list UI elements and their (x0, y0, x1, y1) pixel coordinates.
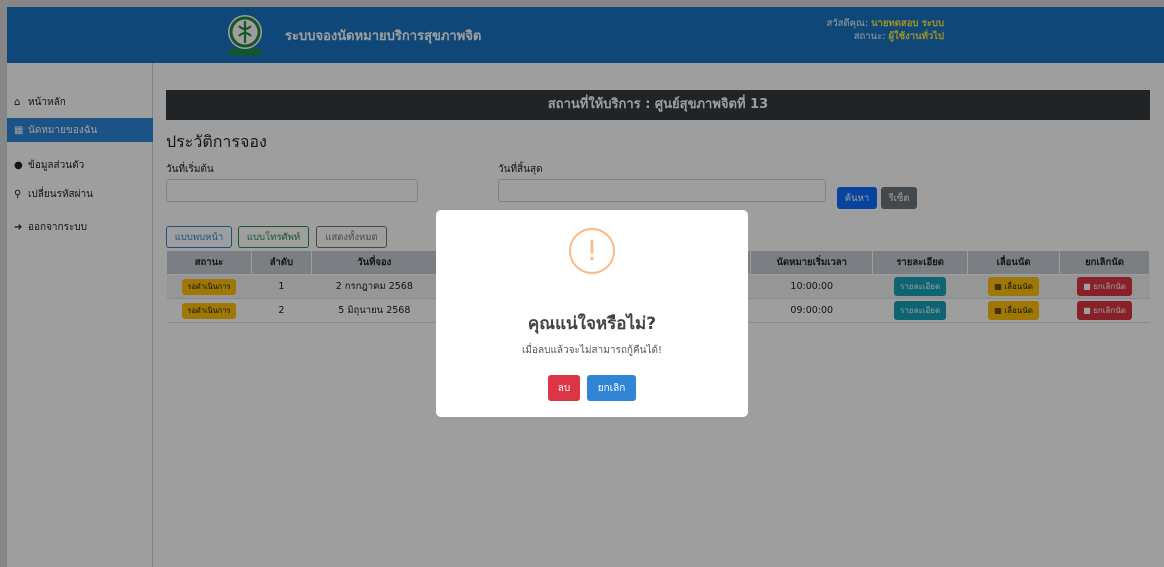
cancel-dialog-button[interactable]: ยกเลิก (587, 375, 636, 401)
dialog-message: เมื่อลบแล้วจะไม่สามารถกู้คืนได้! (522, 345, 662, 356)
dialog-title: คุณแน่ใจหรือไม่? (527, 314, 657, 334)
confirm-delete-button[interactable]: ลบ (548, 375, 580, 401)
warning-icon: ! (569, 228, 615, 274)
confirm-delete-dialog: ! คุณแน่ใจหรือไม่? เมื่อลบแล้วจะไม่สามาร… (436, 210, 748, 417)
